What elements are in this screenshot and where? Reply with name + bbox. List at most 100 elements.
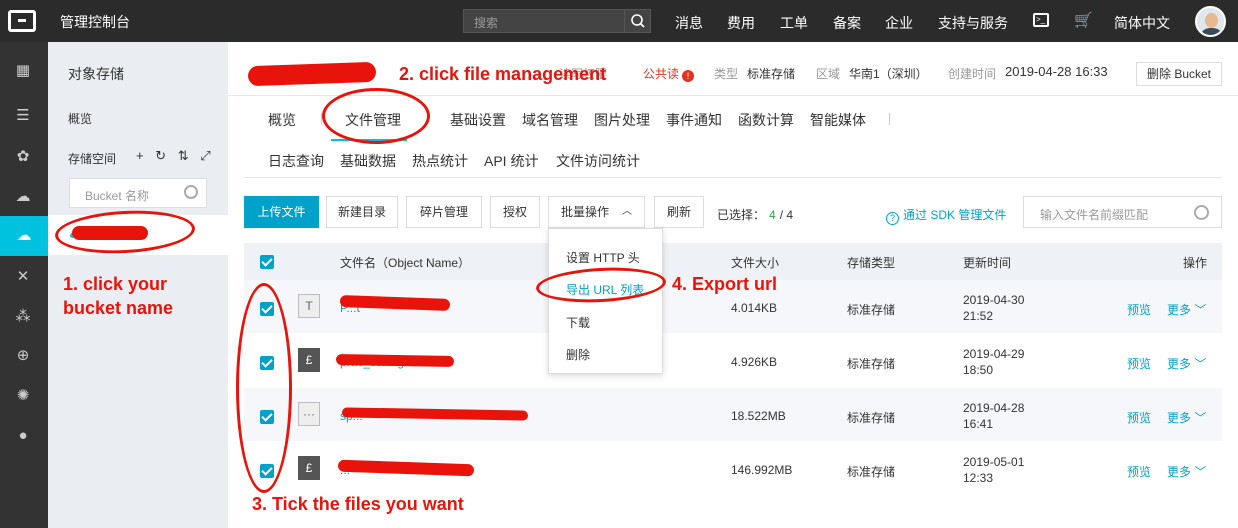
menu-item-download[interactable]: 下载	[566, 314, 590, 331]
preview-link[interactable]: 预览	[1127, 301, 1151, 318]
terminal-icon[interactable]: >_	[1033, 13, 1049, 27]
sdk-manage-link[interactable]: ? 通过 SDK 管理文件	[886, 206, 1006, 225]
menu-item-set-http-header[interactable]: 设置 HTTP 头	[566, 249, 640, 266]
preview-link[interactable]: 预览	[1127, 409, 1151, 426]
tab-file-access-stats[interactable]: 文件访问统计	[556, 151, 640, 171]
fragment-management-button[interactable]: 碎片管理	[406, 196, 482, 228]
search-icon[interactable]	[184, 185, 198, 199]
annotation-circle-checkboxes	[236, 283, 292, 493]
nav-messages[interactable]: 消息	[675, 13, 703, 33]
nav-support[interactable]: 支持与服务	[938, 13, 1008, 33]
annotation-step-1: 1. click your bucket name	[63, 274, 174, 318]
annotation-step-4: 4. Export url	[672, 274, 778, 294]
nav-tickets[interactable]: 工单	[780, 13, 808, 33]
tab-api-stats[interactable]: API 统计	[484, 151, 538, 171]
created-label: 创建时间	[948, 67, 997, 81]
chevron-up-icon: ︿	[622, 206, 632, 217]
tab-basic-settings[interactable]: 基础设置	[450, 110, 506, 130]
col-filename[interactable]: 文件名（Object Name）	[340, 254, 470, 271]
storage-space-actions[interactable]: + ↻ ⇅ ⤢	[136, 148, 215, 164]
file-size: 4.926KB	[731, 355, 778, 369]
batch-operations-label: 批量操作	[561, 205, 610, 219]
selected-count: 已选择： 4/ 4	[717, 208, 794, 222]
grid-menu-icon[interactable]: ▦	[14, 62, 32, 80]
bug-icon[interactable]: ✺	[14, 387, 32, 405]
acl-value: 公共读!	[643, 65, 695, 82]
tab-log-query[interactable]: 日志查询	[268, 151, 324, 171]
tab-basic-data[interactable]: 基础数据	[340, 151, 396, 171]
sidebar-title: 对象存储	[68, 66, 124, 82]
cart-icon[interactable]: 🛒	[1074, 11, 1093, 29]
authorize-button[interactable]: 授权	[490, 196, 540, 228]
avatar[interactable]	[1195, 6, 1226, 37]
oss-cloud-icon[interactable]: ☁	[0, 216, 48, 256]
select-all-checkbox[interactable]	[260, 255, 274, 269]
server-icon[interactable]: ☰	[14, 107, 32, 125]
nav-enterprise[interactable]: 企业	[885, 13, 913, 33]
storage-type: 标准存储	[847, 465, 896, 479]
top-bar: 管理控制台 搜索 消息 费用 工单 备案 企业 支持与服务 >_ 🛒 简体中文	[0, 0, 1238, 42]
file-size: 4.014KB	[731, 301, 778, 315]
tab-divider	[889, 113, 890, 125]
delete-bucket-button[interactable]: 删除 Bucket	[1136, 62, 1222, 86]
updated-date: 2019-05-01	[963, 455, 1025, 469]
globe-icon[interactable]: ⊕	[14, 347, 32, 365]
new-directory-button[interactable]: 新建目录	[326, 196, 398, 228]
col-updated[interactable]: 更新时间	[963, 254, 1011, 271]
app-title[interactable]: 管理控制台	[60, 12, 130, 32]
nav-billing[interactable]: 费用	[727, 13, 755, 33]
upload-file-button[interactable]: 上传文件	[244, 196, 319, 228]
prefix-search-input[interactable]: 输入文件名前缀匹配	[1023, 196, 1222, 228]
updated-date: 2019-04-30	[963, 293, 1025, 307]
tab-image-processing[interactable]: 图片处理	[594, 110, 650, 130]
tab-function-compute[interactable]: 函数计算	[738, 110, 794, 130]
global-search-input[interactable]: 搜索	[463, 9, 651, 33]
created-value: 2019-04-28 16:33	[1005, 64, 1108, 79]
warning-icon: !	[682, 70, 695, 82]
region-value: 华南1（深圳）	[849, 67, 928, 81]
type-value: 标准存储	[747, 67, 796, 81]
col-size[interactable]: 文件大小	[731, 254, 779, 271]
batch-operations-button[interactable]: 批量操作 ︿	[548, 196, 645, 228]
file-size: 146.992MB	[731, 463, 793, 477]
bucket-search-input[interactable]: Bucket 名称	[69, 178, 207, 208]
col-storage: 存储类型	[847, 256, 896, 270]
updated-time: 18:50	[963, 363, 994, 377]
refresh-button[interactable]: 刷新	[654, 196, 704, 228]
search-icon[interactable]	[624, 10, 650, 32]
tab-intelligent-media[interactable]: 智能媒体	[810, 110, 866, 130]
console-logo-icon[interactable]	[8, 10, 36, 32]
divider	[244, 177, 1222, 178]
more-link[interactable]: 更多 ﹀	[1167, 301, 1206, 318]
nodes-icon[interactable]: ⁂	[14, 308, 32, 326]
more-link[interactable]: 更多 ﹀	[1167, 463, 1206, 480]
updated-time: 21:52	[963, 309, 994, 323]
preview-link[interactable]: 预览	[1127, 463, 1151, 480]
tab-hot-stats[interactable]: 热点统计	[412, 151, 468, 171]
global-search-placeholder: 搜索	[474, 16, 499, 30]
more-link[interactable]: 更多 ﹀	[1167, 355, 1206, 372]
network-icon[interactable]: ✕	[14, 268, 32, 286]
more-link[interactable]: 更多 ﹀	[1167, 409, 1206, 426]
tab-event-notification[interactable]: 事件通知	[666, 110, 722, 130]
product-icon-sidebar: ▦ ☰ ✿ ☁ ☁ ✕ ⁂ ⊕ ✺ ●	[0, 42, 48, 528]
region-label: 区域	[816, 67, 841, 81]
cloud-icon[interactable]: ☁	[14, 188, 32, 206]
prefix-search-placeholder: 输入文件名前缀匹配	[1040, 208, 1149, 222]
circle-icon[interactable]: ●	[14, 427, 32, 445]
file-size: 18.522MB	[731, 409, 786, 423]
tab-domain-management[interactable]: 域名管理	[522, 110, 578, 130]
sidebar-item-overview[interactable]: 概览	[68, 110, 92, 127]
search-icon[interactable]	[1194, 205, 1209, 220]
nav-icp[interactable]: 备案	[833, 13, 861, 33]
annotation-step-3: 3. Tick the files you want	[252, 494, 464, 514]
chevron-down-icon: ﹀	[1194, 357, 1207, 371]
chevron-down-icon: ﹀	[1194, 465, 1207, 479]
preview-link[interactable]: 预览	[1127, 355, 1151, 372]
menu-item-delete[interactable]: 删除	[566, 346, 590, 363]
binary-file-icon: £	[298, 348, 320, 372]
cluster-icon[interactable]: ✿	[14, 148, 32, 166]
storage-type: 标准存储	[847, 411, 896, 425]
tab-overview[interactable]: 概览	[268, 110, 296, 130]
language-switch[interactable]: 简体中文	[1114, 13, 1170, 33]
